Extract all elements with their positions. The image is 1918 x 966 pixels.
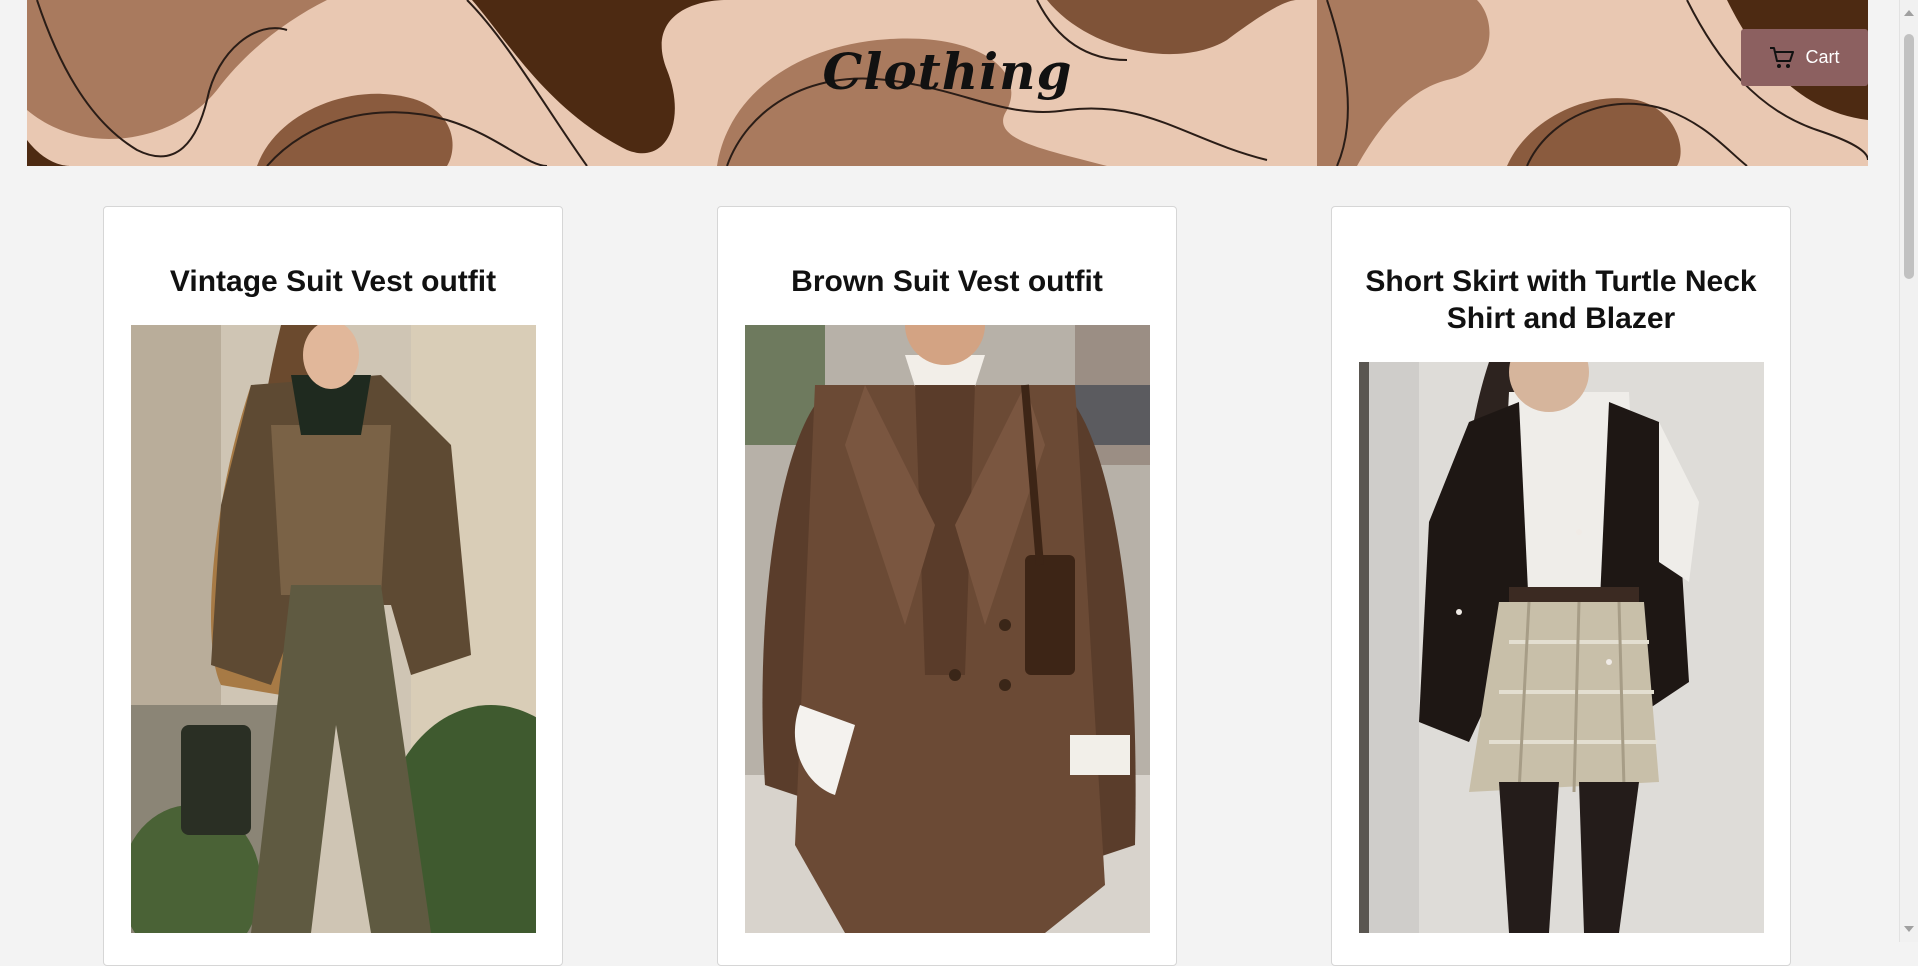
- header-banner: Clothing: [27, 0, 1868, 166]
- product-card[interactable]: Vintage Suit Vest outfit: [103, 206, 563, 966]
- product-card[interactable]: Brown Suit Vest outfit: [717, 206, 1177, 966]
- scroll-down-icon[interactable]: [1904, 926, 1914, 932]
- scrollbar-thumb[interactable]: [1904, 34, 1914, 279]
- product-photo-vintage: [131, 325, 536, 933]
- page-title: Clothing: [822, 42, 1073, 101]
- product-photo-skirt-blazer: [1359, 362, 1764, 933]
- cart-label: Cart: [1805, 47, 1840, 67]
- product-image[interactable]: [745, 325, 1150, 933]
- cart-icon: [1770, 46, 1795, 68]
- product-image[interactable]: [1359, 362, 1764, 933]
- product-image[interactable]: [131, 325, 536, 933]
- product-card[interactable]: Short Skirt with Turtle Neck Shirt and B…: [1331, 206, 1791, 966]
- product-title: Brown Suit Vest outfit: [791, 265, 1103, 298]
- product-title: Vintage Suit Vest outfit: [169, 265, 497, 298]
- product-photo-brown-suit: [745, 325, 1150, 933]
- product-title: Short Skirt with Turtle Neck Shirt and B…: [1365, 265, 1757, 335]
- scroll-up-icon[interactable]: [1904, 10, 1914, 16]
- page-scrollbar[interactable]: [1899, 0, 1918, 942]
- cart-button[interactable]: Cart: [1741, 29, 1868, 86]
